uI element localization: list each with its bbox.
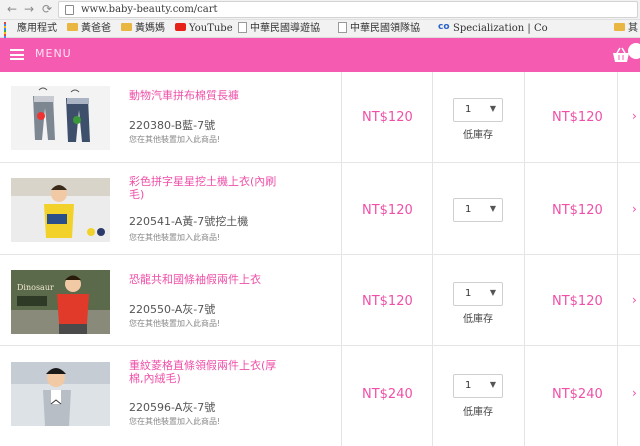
bookmark-coursera[interactable]: co Specialization | Co [438, 21, 548, 37]
product-image[interactable]: Dinosaur [11, 270, 110, 334]
bookmark-page[interactable]: 中華民國領隊協 [338, 21, 420, 37]
bookmark-youtube[interactable]: YouTube [175, 21, 233, 37]
product-sku: 220596-A灰-7號 [129, 401, 216, 414]
bookmark-folder[interactable]: 黃爸爸 [67, 21, 111, 37]
bookmark-folder[interactable]: 黃媽媽 [121, 21, 165, 37]
bookmark-page[interactable]: 中華民國導遊協 [238, 21, 320, 37]
subtotal-price: NT$120 [552, 203, 603, 218]
product-name-link[interactable]: 重紋菱格直條領假兩件上衣(厚棉,內絨毛) [129, 359, 289, 385]
youtube-icon [175, 23, 186, 31]
unit-price: NT$120 [362, 294, 413, 309]
page-icon [238, 21, 247, 33]
bookmark-apps[interactable]: 應用程式 [4, 21, 57, 40]
subtotal-price: NT$120 [552, 110, 603, 125]
browser-toolbar: ← → ⟳ www.baby-beauty.com/cart [0, 0, 640, 20]
url-bar[interactable]: www.baby-beauty.com/cart [58, 1, 638, 18]
cart-row: Dinosaur 恐龍共和國條袖假兩件上衣 220550-A灰-7號 您在其他裝… [0, 255, 640, 346]
unit-price: NT$120 [362, 203, 413, 218]
forward-arrow-icon[interactable]: → [22, 2, 36, 16]
cart-row: 重紋菱格直條領假兩件上衣(厚棉,內絨毛) 220596-A灰-7號 您在其他裝置… [0, 346, 640, 446]
svg-text:Dinosaur: Dinosaur [17, 283, 54, 292]
quantity-select[interactable]: 1 ▼ [453, 198, 503, 222]
quantity-select[interactable]: 1 ▼ [453, 98, 503, 122]
chevron-right-icon[interactable]: › [632, 386, 637, 400]
cart-row: 動物汽車拼布棉質長褲 220380-B藍-7號 您在其他裝置加入此商品! NT$… [0, 72, 640, 163]
subtotal-price: NT$120 [552, 294, 603, 309]
unit-price: NT$240 [362, 387, 413, 402]
site-header: MENU [0, 38, 640, 72]
cart-row: 彩色拼字星星挖土機上衣(內刷毛) 220541-A黃-7號挖土機 您在其他裝置加… [0, 163, 640, 255]
hamburger-menu-icon[interactable] [10, 49, 24, 60]
page-icon [338, 21, 347, 33]
product-name-link[interactable]: 彩色拼字星星挖土機上衣(內刷毛) [129, 175, 289, 201]
folder-icon [67, 23, 78, 31]
product-image[interactable] [11, 86, 110, 150]
apps-icon [4, 22, 14, 40]
stock-status: 低庫存 [463, 130, 493, 141]
back-arrow-icon[interactable]: ← [5, 2, 19, 16]
product-note: 您在其他裝置加入此商品! [129, 417, 221, 426]
product-note: 您在其他裝置加入此商品! [129, 233, 221, 242]
product-image[interactable] [11, 362, 110, 426]
product-image[interactable] [11, 178, 110, 242]
coursera-icon: co [438, 21, 450, 32]
folder-icon [121, 23, 132, 31]
product-name-link[interactable]: 動物汽車拼布棉質長褲 [129, 89, 329, 102]
quantity-select[interactable]: 1 ▼ [453, 374, 503, 398]
menu-label[interactable]: MENU [35, 47, 72, 60]
chevron-down-icon: ▼ [489, 204, 496, 213]
product-note: 您在其他裝置加入此商品! [129, 135, 221, 144]
stock-status: 低庫存 [463, 314, 493, 325]
url-text: www.baby-beauty.com/cart [81, 4, 218, 15]
product-name-link[interactable]: 恐龍共和國條袖假兩件上衣 [129, 273, 329, 286]
product-note: 您在其他裝置加入此商品! [129, 319, 221, 328]
chevron-right-icon[interactable]: › [632, 293, 637, 307]
cart-count-badge [628, 43, 640, 59]
product-sku: 220550-A灰-7號 [129, 303, 216, 316]
unit-price: NT$120 [362, 110, 413, 125]
stock-status: 低庫存 [463, 407, 493, 418]
chevron-right-icon[interactable]: › [632, 202, 637, 216]
bookmark-folder[interactable]: 其 [614, 21, 638, 37]
product-sku: 220541-A黃-7號挖土機 [129, 215, 249, 228]
chevron-right-icon[interactable]: › [632, 109, 637, 123]
bookmarks-bar: 應用程式 黃爸爸 黃媽媽 YouTube 中華民國導遊協 中華民國領隊協 co S… [0, 20, 640, 40]
product-sku: 220380-B藍-7號 [129, 119, 216, 132]
chevron-down-icon: ▼ [489, 288, 496, 297]
folder-icon [614, 23, 625, 31]
chevron-down-icon: ▼ [489, 104, 496, 113]
chevron-down-icon: ▼ [489, 380, 496, 389]
reload-icon[interactable]: ⟳ [40, 2, 54, 16]
page-icon [65, 5, 74, 15]
quantity-select[interactable]: 1 ▼ [453, 282, 503, 306]
subtotal-price: NT$240 [552, 387, 603, 402]
